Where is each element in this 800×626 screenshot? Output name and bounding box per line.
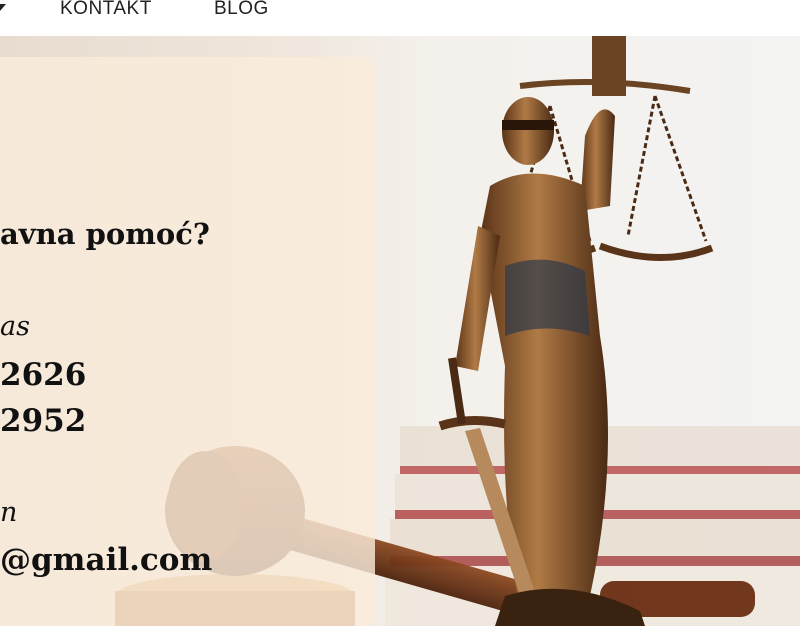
top-navigation: KONTAKT BLOG xyxy=(0,0,800,36)
chevron-down-icon[interactable] xyxy=(0,4,6,11)
nav-link-kontakt[interactable]: KONTAKT xyxy=(60,0,152,20)
email-label: n xyxy=(0,497,18,528)
email-address[interactable]: @gmail.com xyxy=(0,542,212,578)
contact-info-card: avna pomoć? as 2626 2952 n @gmail.com xyxy=(0,57,375,626)
phone-number-1[interactable]: 2626 xyxy=(0,357,86,393)
phone-number-2[interactable]: 2952 xyxy=(0,403,86,439)
hero-section: avna pomoć? as 2626 2952 n @gmail.com xyxy=(0,36,800,626)
phone-label: as xyxy=(0,311,30,342)
card-heading: avna pomoć? xyxy=(0,217,210,251)
nav-link-blog[interactable]: BLOG xyxy=(214,0,269,20)
